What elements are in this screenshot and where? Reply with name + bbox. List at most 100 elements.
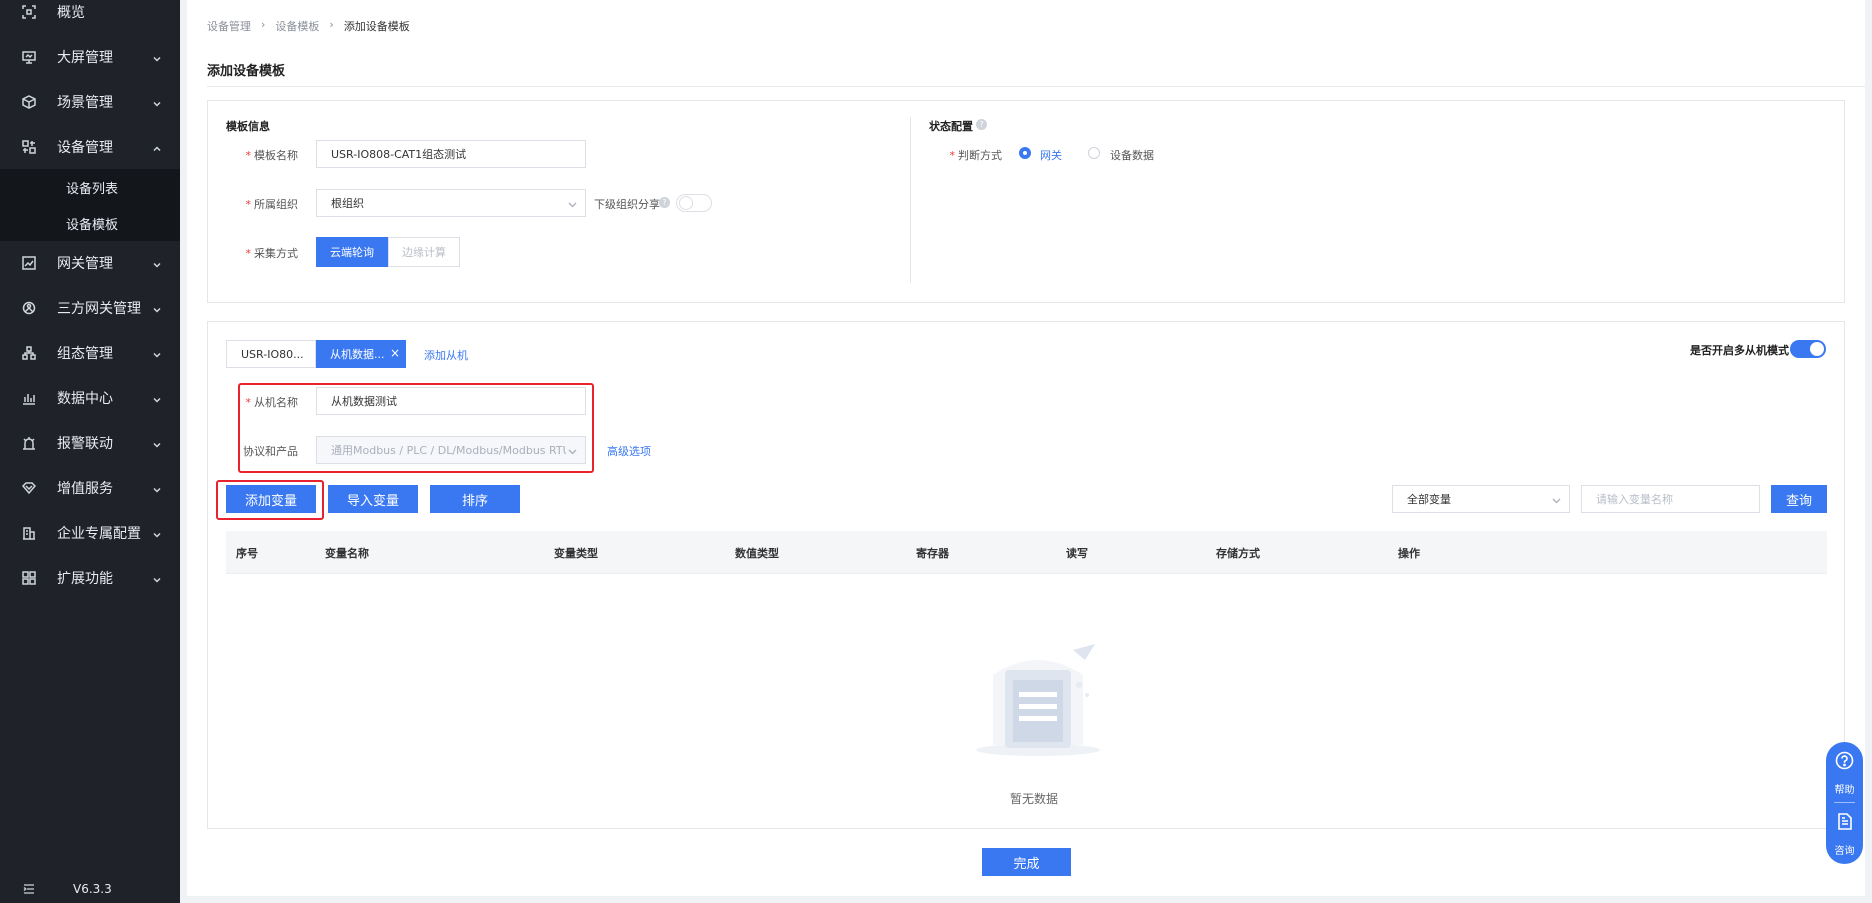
template-name-input[interactable]: USR-IO808-CAT1组态测试: [316, 140, 586, 168]
chevron-down-icon: [152, 393, 162, 403]
protocol-label: 协议和产品: [243, 445, 298, 458]
org-select[interactable]: 根组织: [316, 189, 586, 217]
sidebar-item-alarm[interactable]: 报警联动: [0, 420, 180, 465]
version-label: V6.3.3: [73, 882, 112, 896]
device-icon: [22, 139, 36, 154]
sidebar-item-gateway[interactable]: 网关管理: [0, 240, 180, 285]
column-header: 序号: [236, 547, 258, 560]
chevron-down-icon: [1552, 495, 1561, 504]
tab-slave-2[interactable]: 从机数据... ×: [316, 340, 406, 368]
consult-icon[interactable]: [1835, 812, 1854, 831]
column-header: 存储方式: [1216, 547, 1260, 560]
radio-device-data[interactable]: [1088, 147, 1100, 159]
sidebar-item-label: 大屏管理: [57, 49, 113, 66]
radio-gateway-label[interactable]: 网关: [1040, 147, 1062, 163]
sidebar-item-config[interactable]: 组态管理: [0, 330, 180, 375]
protocol-select-value: 通用Modbus / PLC / DL/Modbus/Modbus RTU: [331, 444, 566, 457]
data-icon: [22, 391, 36, 405]
breadcrumb-current: 添加设备模板: [343, 20, 410, 33]
radio-device-data-label[interactable]: 设备数据: [1110, 147, 1154, 163]
help-icon[interactable]: ?: [659, 197, 670, 208]
sidebar-item-label: 概览: [57, 4, 85, 21]
sidebar-item-label: 增值服务: [57, 480, 113, 497]
finish-button[interactable]: 完成: [982, 848, 1071, 876]
sidebar-sub-device-list[interactable]: 设备列表: [66, 178, 118, 197]
sidebar-item-label: 企业专属配置: [57, 525, 141, 542]
panel-divider: [910, 117, 911, 283]
sidebar-item-label: 网关管理: [57, 255, 113, 272]
scrollbar[interactable]: [1865, 0, 1872, 903]
sidebar-item-extend[interactable]: 扩展功能: [0, 555, 180, 600]
collapse-menu-icon[interactable]: [23, 883, 35, 894]
sidebar-sub-device-template[interactable]: 设备模板: [66, 214, 118, 233]
collect-label: * 采集方式: [245, 247, 299, 260]
consult-label[interactable]: 咨询: [1826, 842, 1863, 857]
breadcrumb-item[interactable]: 设备管理: [207, 18, 251, 34]
sort-button[interactable]: 排序: [430, 485, 520, 513]
close-icon[interactable]: ×: [390, 346, 400, 360]
chevron-down-icon: [568, 199, 577, 208]
advanced-options-link[interactable]: 高级选项: [607, 443, 651, 459]
chevron-down-icon: [152, 483, 162, 493]
screen-icon: [22, 50, 36, 64]
slave-name-input[interactable]: 从机数据测试: [316, 387, 586, 415]
sidebar-item-data[interactable]: 数据中心: [0, 375, 180, 420]
table-header: 序号 变量名称 变量类型 数值类型 寄存器 读写 存储方式 操作: [226, 531, 1827, 574]
chevron-down-icon: [152, 348, 162, 358]
multi-mode-switch[interactable]: [1790, 340, 1826, 358]
device-submenu: 设备列表 设备模板: [0, 169, 180, 241]
sidebar: 概览 大屏管理 场景管理 设备管理 设备列表 设备模板 网关管理 三方网关管理 …: [0, 0, 180, 903]
sidebar-item-label: 数据中心: [57, 390, 113, 407]
divider: [207, 86, 1865, 87]
share-label: 下级组织分享: [594, 198, 660, 211]
chevron-down-icon: [152, 258, 162, 268]
sidebar-item-device[interactable]: 设备管理: [0, 124, 180, 169]
sidebar-item-scene[interactable]: 场景管理: [0, 79, 180, 124]
collect-cloud-button[interactable]: 云端轮询: [316, 237, 388, 267]
sidebar-item-label: 组态管理: [57, 345, 113, 362]
switch-knob: [1810, 342, 1824, 356]
switch-knob: [679, 196, 693, 210]
breadcrumb-separator: ›: [329, 18, 334, 31]
empty-illustration: [963, 640, 1113, 760]
enterprise-icon: [22, 526, 36, 540]
collect-edge-button[interactable]: 边缘计算: [388, 237, 460, 267]
status-config-title: 状态配置: [929, 120, 973, 133]
variable-filter-select[interactable]: 全部变量: [1392, 485, 1570, 513]
add-variable-button[interactable]: 添加变量: [226, 485, 316, 513]
query-button[interactable]: 查询: [1771, 485, 1827, 513]
radio-gateway[interactable]: [1019, 147, 1031, 159]
extend-icon: [22, 570, 36, 585]
overview-icon: [22, 4, 36, 19]
slave-name-label: * 从机名称: [245, 396, 299, 409]
sidebar-item-screen[interactable]: 大屏管理: [0, 34, 180, 79]
float-help-panel: 帮助 咨询: [1826, 742, 1863, 864]
chevron-down-icon: [152, 573, 162, 583]
judge-label: * 判断方式: [949, 149, 1003, 162]
help-icon[interactable]: [1835, 751, 1854, 770]
alarm-icon: [22, 436, 36, 450]
third-party-icon: [22, 301, 36, 315]
import-variable-button[interactable]: 导入变量: [328, 485, 418, 513]
sidebar-item-third-party[interactable]: 三方网关管理: [0, 285, 180, 330]
tab-slave-1[interactable]: USR-IO80...: [226, 340, 316, 368]
add-slave-link[interactable]: 添加从机: [424, 347, 468, 363]
template-info-title: 模板信息: [226, 120, 270, 133]
help-label[interactable]: 帮助: [1826, 781, 1863, 796]
sidebar-item-enterprise[interactable]: 企业专属配置: [0, 510, 180, 555]
gateway-icon: [22, 255, 36, 270]
column-header: 数值类型: [735, 547, 779, 560]
sidebar-item-vip[interactable]: 增值服务: [0, 465, 180, 510]
sidebar-item-label: 报警联动: [57, 435, 113, 452]
column-header: 读写: [1066, 547, 1088, 560]
breadcrumb-separator: ›: [261, 18, 266, 31]
variable-filter-value: 全部变量: [1407, 493, 1451, 506]
breadcrumb-item[interactable]: 设备模板: [275, 18, 319, 34]
column-header: 操作: [1398, 547, 1420, 560]
variable-search-input[interactable]: 请输入变量名称: [1581, 485, 1760, 513]
help-icon[interactable]: ?: [976, 119, 987, 130]
share-switch[interactable]: [676, 194, 712, 212]
sidebar-item-overview[interactable]: 概览: [0, 0, 180, 34]
empty-text: 暂无数据: [1010, 792, 1059, 806]
scene-icon: [22, 94, 36, 109]
